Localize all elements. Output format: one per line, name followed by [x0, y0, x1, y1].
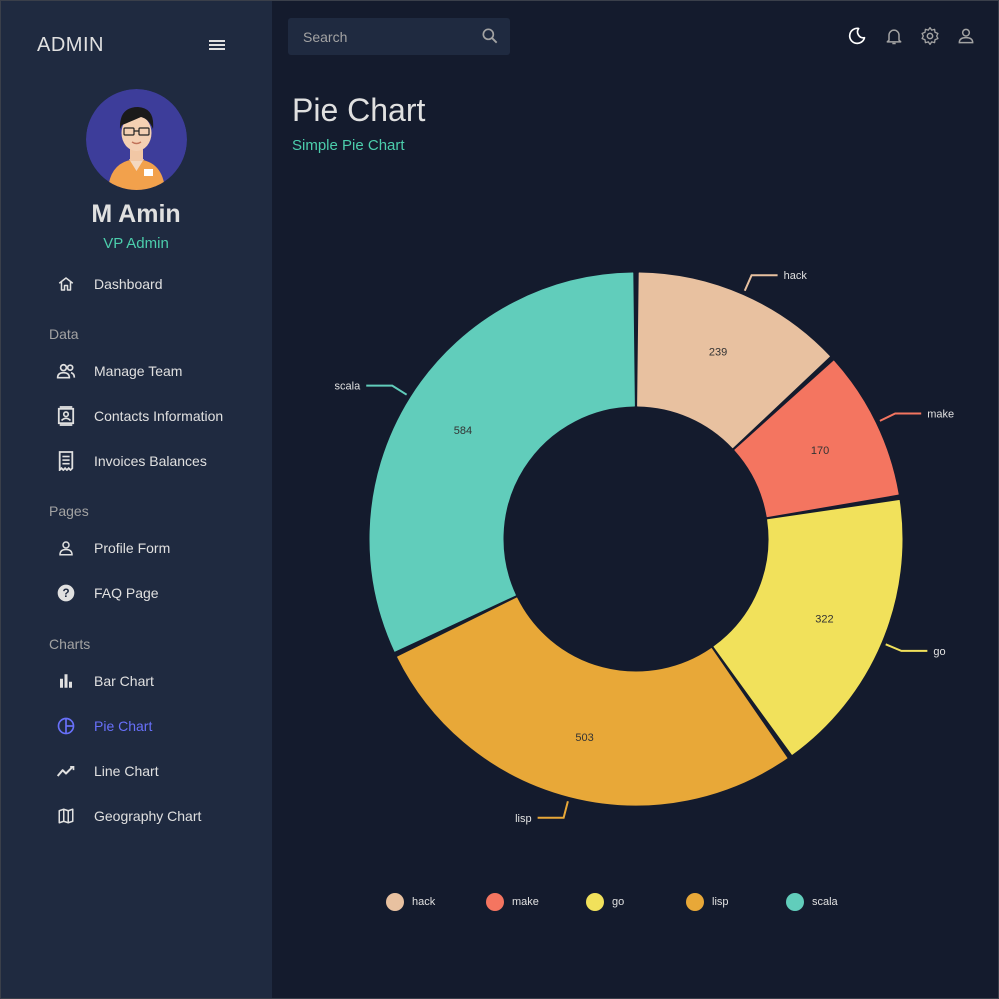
pie-slice-lisp[interactable] — [397, 597, 788, 806]
sidebar-item-profile-form[interactable]: Profile Form — [0, 530, 272, 566]
slice-category-label: hack — [784, 270, 808, 282]
sidebar-item-contacts[interactable]: Contacts Information — [0, 398, 272, 434]
avatar — [86, 89, 187, 190]
legend-item-scala[interactable]: scala — [786, 891, 838, 913]
sidebar-item-label: Bar Chart — [94, 673, 154, 689]
notifications-icon[interactable] — [884, 26, 904, 46]
help-icon: ? — [56, 583, 76, 603]
receipt-icon — [56, 451, 76, 471]
person-icon — [56, 538, 76, 558]
sidebar-item-label: Geography Chart — [94, 808, 202, 824]
page-subtitle: Simple Pie Chart — [292, 137, 405, 154]
slice-value-label: 584 — [454, 425, 472, 437]
sidebar-item-line-chart[interactable]: Line Chart — [0, 753, 272, 789]
legend-swatch — [586, 893, 604, 911]
slice-link-line — [879, 412, 922, 422]
pie-chart: 239 hack 170 make 322 go 503 lisp 584 scala — [335, 270, 955, 825]
legend-swatch — [686, 893, 704, 911]
legend-item-go[interactable]: go — [586, 891, 624, 913]
settings-icon[interactable] — [920, 26, 940, 46]
bar-chart-icon — [56, 671, 76, 691]
pie-slice-scala[interactable] — [369, 272, 635, 652]
section-label-data: Data — [49, 326, 79, 342]
sidebar-item-label: Contacts Information — [94, 408, 224, 424]
sidebar-item-manage-team[interactable]: Manage Team — [0, 353, 272, 389]
sidebar-item-pie-chart[interactable]: Pie Chart — [0, 708, 272, 744]
people-icon — [56, 361, 76, 381]
sidebar-item-label: Profile Form — [94, 540, 171, 556]
map-icon — [56, 806, 76, 826]
sidebar: ADMIN M Amin VP Admin Dashboard Data Man… — [0, 0, 272, 999]
line-chart-icon — [56, 761, 76, 781]
profile-icon[interactable] — [956, 26, 976, 46]
legend-item-lisp[interactable]: lisp — [686, 891, 729, 913]
sidebar-item-dashboard[interactable]: Dashboard — [0, 266, 272, 302]
legend-label: make — [512, 896, 539, 908]
search-icon[interactable] — [480, 26, 500, 46]
slice-category-label: make — [927, 408, 954, 420]
svg-text:?: ? — [62, 587, 69, 600]
brand-title: ADMIN — [37, 34, 104, 56]
slice-value-label: 170 — [811, 445, 829, 457]
sidebar-item-geography-chart[interactable]: Geography Chart — [0, 798, 272, 834]
search-bar — [288, 18, 510, 55]
slice-category-label: scala — [335, 381, 362, 393]
legend-item-make[interactable]: make — [486, 891, 539, 913]
slice-category-label: go — [933, 646, 945, 658]
slice-category-label: lisp — [515, 813, 532, 825]
slice-value-label: 239 — [709, 347, 727, 359]
legend-label: lisp — [712, 896, 729, 908]
section-label-charts: Charts — [49, 636, 91, 652]
slice-link-line — [743, 274, 778, 292]
pie-chart-icon — [56, 716, 76, 736]
contacts-icon — [56, 406, 76, 426]
dark-mode-icon[interactable] — [847, 26, 867, 46]
slice-link-line — [537, 801, 569, 819]
user-name: M Amin — [91, 200, 181, 228]
sidebar-item-label: Pie Chart — [94, 718, 153, 734]
section-label-pages: Pages — [49, 503, 89, 519]
page-title: Pie Chart — [292, 92, 426, 128]
sidebar-item-label: Line Chart — [94, 763, 159, 779]
legend-label: go — [612, 896, 625, 908]
legend-swatch — [486, 893, 504, 911]
legend-item-hack[interactable]: hack — [386, 891, 435, 913]
slice-value-label: 503 — [575, 732, 593, 744]
menu-toggle-icon[interactable] — [207, 36, 227, 54]
home-icon — [56, 274, 76, 294]
sidebar-item-invoices[interactable]: Invoices Balances — [0, 443, 272, 479]
search-input[interactable] — [303, 26, 473, 47]
sidebar-item-bar-chart[interactable]: Bar Chart — [0, 663, 272, 699]
sidebar-item-label: Dashboard — [94, 276, 163, 292]
sidebar-item-label: Manage Team — [94, 363, 183, 379]
sidebar-item-faq[interactable]: ? FAQ Page — [0, 575, 272, 611]
slice-value-label: 322 — [815, 613, 833, 625]
legend-swatch — [786, 893, 804, 911]
legend-label: scala — [812, 896, 838, 908]
legend-swatch — [386, 893, 404, 911]
slice-link-line — [885, 643, 928, 652]
user-role: VP Admin — [103, 235, 169, 252]
sidebar-item-label: Invoices Balances — [94, 453, 207, 469]
legend-label: hack — [412, 896, 436, 908]
sidebar-item-label: FAQ Page — [94, 585, 159, 601]
slice-link-line — [366, 384, 408, 396]
